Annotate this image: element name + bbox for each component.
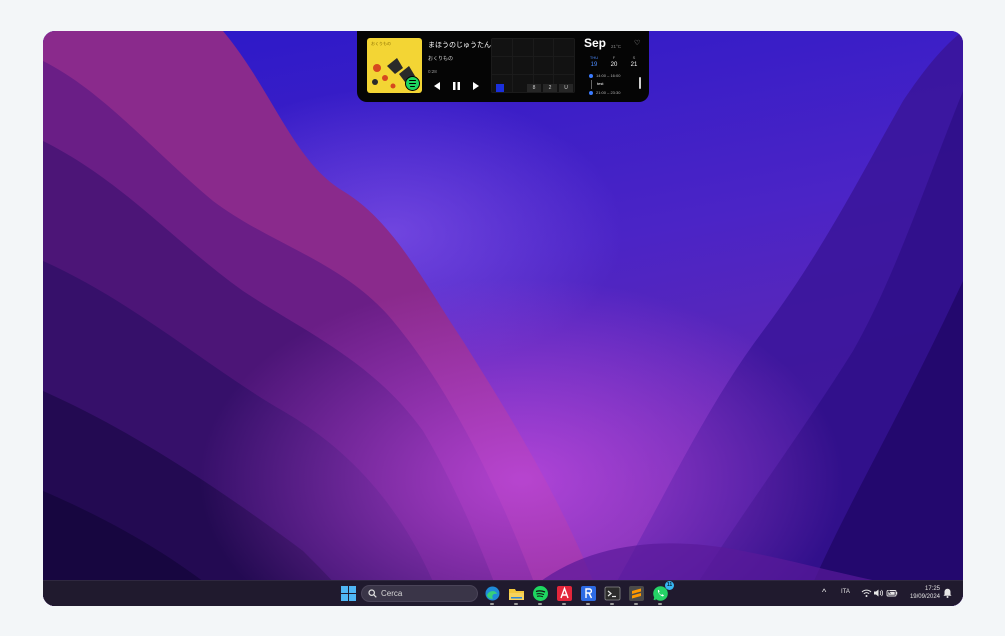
taskbar-app-spotify[interactable] <box>532 585 549 605</box>
day-name: F <box>612 55 616 60</box>
day-name: S <box>632 55 636 60</box>
tile[interactable] <box>554 57 574 74</box>
taskbar-app-whatsapp[interactable]: 11 <box>652 581 674 605</box>
weather-temperature: 21°C <box>611 44 622 49</box>
taskbar-app-terminal[interactable] <box>604 585 621 605</box>
running-indicator <box>634 603 638 605</box>
tile-label[interactable]: 8 <box>527 84 541 92</box>
running-indicator <box>610 603 614 605</box>
previous-icon <box>433 82 440 90</box>
running-indicator <box>538 603 542 605</box>
search-box[interactable]: Cerca <box>361 585 478 602</box>
tile[interactable] <box>492 39 512 56</box>
pause-icon <box>452 82 460 90</box>
active-tile-indicator[interactable] <box>496 84 504 92</box>
clock-time: 17:25 <box>924 586 940 592</box>
calendar-day[interactable]: F 20 <box>607 55 621 68</box>
event-time: 14:00 – 16:00 <box>596 73 621 78</box>
sublime-text-icon <box>629 586 644 601</box>
tile-bar: 8 2 U <box>491 83 575 93</box>
previous-track-button[interactable] <box>432 81 442 91</box>
event-line <box>591 80 592 89</box>
calendar-event[interactable]: 21:00 – 23:30 <box>589 90 620 95</box>
tile[interactable] <box>554 39 574 56</box>
running-indicator <box>490 603 494 605</box>
start-button[interactable] <box>340 585 357 602</box>
song-title: まほうのじゅうたん <box>428 42 491 49</box>
pause-button[interactable] <box>451 81 461 91</box>
day-date: 20 <box>610 62 618 68</box>
quick-settings[interactable] <box>861 588 899 600</box>
search-placeholder: Cerca <box>381 589 403 598</box>
calendar-scrollbar[interactable] <box>639 77 641 89</box>
media-calendar-widget: おくりもの まほうのじゅうたん おくりもの 0:28 8 2 U Sep 21°… <box>357 31 649 102</box>
day-name: THU <box>589 55 599 60</box>
running-indicator <box>586 603 590 605</box>
tile[interactable] <box>512 57 533 74</box>
album-cover[interactable]: おくりもの <box>367 38 422 93</box>
tile[interactable] <box>533 39 554 56</box>
clock-date: 19/09/2024 <box>909 594 940 600</box>
heart-icon[interactable]: ♡ <box>634 39 640 47</box>
calendar-day[interactable]: S 21 <box>627 55 641 68</box>
calendar-days: THU 19 F 20 S 21 <box>587 55 641 68</box>
bell-icon <box>943 588 952 598</box>
taskbar-app-sublime[interactable] <box>628 585 645 605</box>
file-explorer-icon <box>509 589 524 600</box>
language-indicator[interactable]: ITA <box>841 589 850 595</box>
tile-label[interactable]: 2 <box>543 84 557 92</box>
tile[interactable] <box>512 39 533 56</box>
song-elapsed: 0:28 <box>428 69 437 74</box>
calendar-month: Sep <box>584 36 607 50</box>
event-dot-icon <box>589 90 593 95</box>
song-artist: おくりもの <box>428 56 454 62</box>
spotify-icon <box>533 586 548 601</box>
notification-badge: 11 <box>665 581 674 590</box>
running-indicator <box>658 603 662 605</box>
next-track-button[interactable] <box>470 81 480 91</box>
r-app-icon <box>581 586 596 601</box>
spotify-icon <box>405 76 420 91</box>
edge-icon <box>485 586 500 601</box>
system-clock[interactable]: 17:25 19/09/2024 <box>906 585 940 601</box>
running-indicator <box>514 603 518 605</box>
search-icon <box>368 589 377 598</box>
next-icon <box>472 82 479 90</box>
tile-label[interactable]: U <box>559 84 573 92</box>
tile[interactable] <box>533 57 554 74</box>
taskbar-app-edge[interactable] <box>484 585 501 605</box>
calendar-event[interactable]: 14:00 – 16:00 <box>589 73 620 78</box>
taskbar: Cerca 11 ^ ITA 17:25 19/09/2024 <box>43 580 963 606</box>
event-dot-icon <box>589 73 593 78</box>
desktop-screen: おくりもの まほうのじゅうたん おくりもの 0:28 8 2 U Sep 21°… <box>43 31 963 606</box>
tile[interactable] <box>492 57 512 74</box>
acrobat-icon <box>557 586 572 601</box>
calendar-day-today[interactable]: THU 19 <box>587 55 601 68</box>
taskbar-app-r[interactable] <box>580 585 597 605</box>
event-name: test <box>597 81 604 86</box>
windows-icon <box>341 586 356 601</box>
notifications-button[interactable] <box>943 588 952 600</box>
wallpaper <box>43 31 963 606</box>
day-date: 19 <box>590 62 598 68</box>
network-volume-battery-icons <box>861 588 898 597</box>
terminal-icon <box>604 586 621 601</box>
running-indicator <box>562 603 566 605</box>
event-time: 21:00 – 23:30 <box>596 90 621 95</box>
day-date: 21 <box>630 62 638 68</box>
album-cover-title: おくりもの <box>371 41 391 46</box>
taskbar-app-explorer[interactable] <box>508 585 525 605</box>
taskbar-app-acrobat[interactable] <box>556 585 573 605</box>
chevron-up-icon[interactable]: ^ <box>822 587 826 597</box>
